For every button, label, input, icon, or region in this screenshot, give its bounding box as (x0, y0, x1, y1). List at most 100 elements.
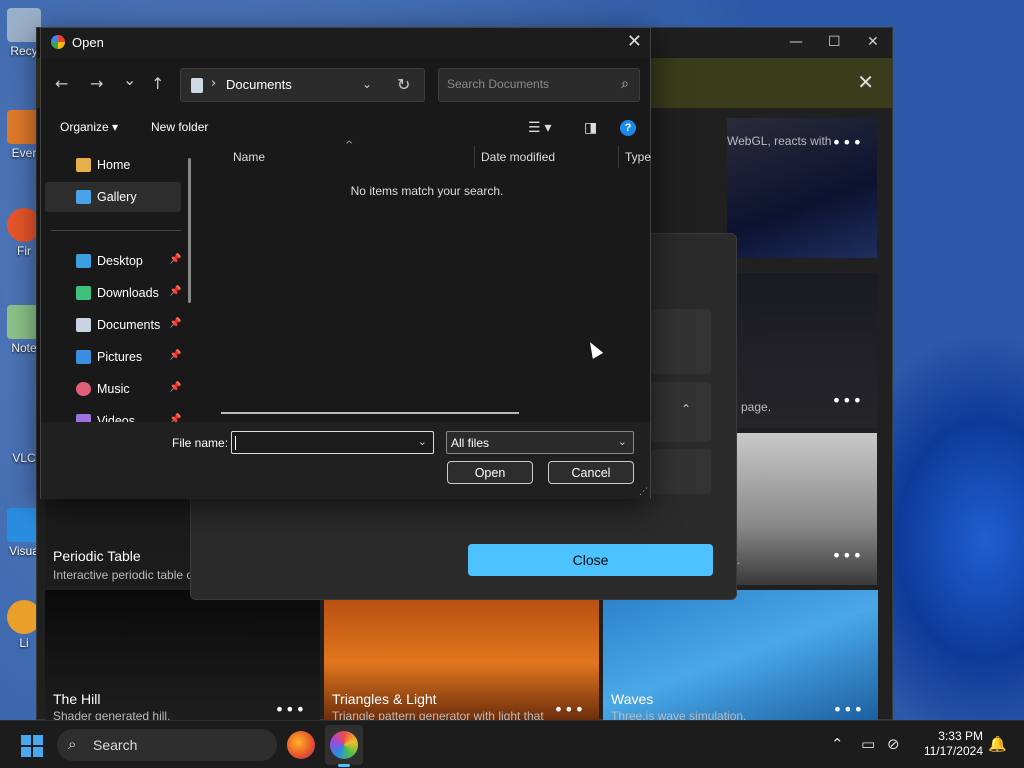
notification-bell-icon[interactable]: 🔔 (988, 735, 1007, 753)
open-button[interactable]: Open (447, 461, 533, 484)
help-icon[interactable]: ? (620, 120, 636, 136)
navigation-pane: Home Gallery Desktop 📌 Downloads 📌 Docum… (45, 148, 193, 438)
wallpaper-tile[interactable]: page. ••• (727, 273, 877, 428)
dialog-footer: File name: ⌄ All files ⌄ Open Cancel ⋰ (41, 422, 650, 499)
text-caret (235, 436, 236, 450)
tile-title: Triangles & Light (332, 691, 437, 707)
tile-description: Interactive periodic table o (53, 568, 194, 582)
lively-taskbar-icon[interactable] (330, 731, 358, 759)
more-options-icon[interactable]: ••• (832, 133, 863, 152)
nav-item-desktop[interactable]: Desktop 📌 (45, 246, 181, 276)
desktop-icon-label: Visua (9, 544, 39, 558)
open-file-dialog: Open ✕ ← → ⌄ ↑ › Documents ⌄ ↻ ⌕ Organiz… (40, 27, 651, 499)
file-type-select[interactable]: All files ⌄ (446, 431, 634, 454)
wallpaper-tile[interactable]: er. ••• (727, 433, 877, 585)
show-hidden-icons-chevron-icon[interactable]: ⌃ (831, 735, 844, 753)
column-divider[interactable] (618, 146, 619, 168)
pin-icon: 📌 (169, 286, 182, 297)
nav-item-gallery[interactable]: Gallery (45, 182, 181, 212)
taskbar-search-label: Search (93, 737, 138, 753)
search-icon[interactable]: ⌕ (621, 76, 629, 92)
nav-item-label: Desktop (97, 254, 143, 268)
desktop-icon-label: Li (19, 636, 29, 650)
organize-button[interactable]: Organize ▾ (60, 120, 118, 134)
breadcrumb-documents[interactable]: Documents (226, 77, 292, 92)
search-input[interactable] (447, 77, 607, 91)
address-bar[interactable]: › Documents ⌄ ↻ (180, 68, 425, 102)
modal-panel (651, 309, 711, 374)
preview-pane-icon[interactable]: ◨ (584, 119, 597, 136)
modal-panel: ⌃ (651, 382, 711, 442)
refresh-icon[interactable]: ↻ (397, 75, 410, 94)
clock-date: 11/17/2024 (923, 744, 983, 758)
up-arrow-icon[interactable]: ↑ (151, 74, 164, 93)
wallpaper-tile-waves[interactable]: Waves Three.js wave simulation. ••• (603, 590, 878, 721)
column-header-name[interactable]: Name (233, 150, 265, 164)
taskbar-search[interactable]: ⌕ Search (57, 729, 277, 761)
dialog-titlebar: Open ✕ (41, 28, 650, 58)
more-options-icon[interactable]: ••• (832, 391, 863, 410)
chevron-down-icon[interactable]: ⌄ (418, 435, 427, 448)
more-options-icon[interactable]: ••• (833, 700, 864, 719)
running-indicator (338, 764, 350, 767)
tile-title: Waves (611, 691, 654, 707)
sort-ascending-icon: ^ (345, 140, 354, 151)
more-options-icon[interactable]: ••• (832, 546, 863, 565)
network-icon[interactable]: ▭ (861, 735, 875, 753)
more-options-icon[interactable]: ••• (554, 700, 585, 719)
system-clock[interactable]: 3:33 PM 11/17/2024 (915, 729, 983, 759)
clock-time: 3:33 PM (938, 729, 983, 743)
horizontal-scrollbar[interactable] (221, 412, 519, 414)
nav-item-downloads[interactable]: Downloads 📌 (45, 278, 181, 308)
wallpaper-tile-periodic-table[interactable]: Periodic Table Interactive periodic tabl… (45, 496, 195, 586)
banner-close-icon[interactable]: ✕ (857, 70, 874, 94)
back-arrow-icon[interactable]: ← (55, 74, 68, 93)
recent-locations-chevron-icon[interactable]: ⌄ (123, 70, 136, 89)
documents-icon (76, 318, 91, 332)
firefox-taskbar-icon[interactable] (287, 731, 315, 759)
new-folder-button[interactable]: New folder (151, 120, 208, 134)
pin-icon: 📌 (169, 318, 182, 329)
nav-pane-scrollbar[interactable] (188, 158, 191, 303)
nav-item-documents[interactable]: Documents 📌 (45, 310, 181, 340)
documents-icon (191, 78, 203, 93)
tile-description: WebGL, reacts with (727, 134, 832, 148)
address-dropdown-icon[interactable]: ⌄ (362, 77, 372, 91)
nav-item-home[interactable]: Home (45, 150, 181, 180)
search-box[interactable]: ⌕ (438, 68, 640, 102)
forward-arrow-icon[interactable]: → (90, 74, 103, 93)
nav-divider (51, 230, 181, 231)
dialog-close-button[interactable]: ✕ (627, 31, 642, 52)
volume-muted-icon[interactable]: ⊘ (887, 735, 900, 753)
column-header-type[interactable]: Type (625, 150, 651, 164)
command-bar: Organize ▾ New folder ☰ ▾ ◨ ? (41, 116, 650, 140)
wallpaper-tile[interactable]: WebGL, reacts with ••• (727, 118, 877, 258)
tile-title: The Hill (53, 691, 101, 707)
column-divider[interactable] (474, 146, 475, 168)
nav-item-label: Home (97, 158, 131, 172)
nav-item-music[interactable]: Music 📌 (45, 374, 181, 404)
more-options-icon[interactable]: ••• (275, 700, 306, 719)
nav-item-label: Documents (97, 318, 161, 332)
wallpaper-tile-triangles-light[interactable]: Triangles & Light Triangle pattern gener… (324, 590, 599, 721)
chevron-up-icon[interactable]: ⌃ (681, 402, 691, 416)
nav-item-label: Downloads (97, 286, 159, 300)
column-header-date-modified[interactable]: Date modified (481, 150, 555, 164)
tile-description: page. (741, 400, 772, 414)
view-options-icon[interactable]: ☰ ▾ (528, 119, 551, 136)
nav-item-pictures[interactable]: Pictures 📌 (45, 342, 181, 372)
wallpaper-tile-the-hill[interactable]: The Hill Shader generated hill. ••• (45, 590, 320, 721)
maximize-button[interactable]: ☐ (828, 34, 841, 50)
cancel-button[interactable]: Cancel (548, 461, 634, 484)
empty-state-message: No items match your search. (350, 184, 504, 198)
close-button[interactable]: ✕ (867, 34, 879, 50)
start-button[interactable] (21, 735, 43, 757)
nav-item-label: Music (97, 382, 130, 396)
modal-close-button[interactable]: Close (468, 544, 713, 576)
resize-grip-icon[interactable]: ⋰ (639, 487, 648, 497)
minimize-button[interactable]: — (789, 34, 803, 50)
desktop-icon-label: Recy (10, 44, 38, 58)
search-icon: ⌕ (68, 735, 77, 753)
pin-icon: 📌 (169, 382, 182, 393)
file-name-combobox[interactable]: ⌄ (231, 431, 434, 454)
